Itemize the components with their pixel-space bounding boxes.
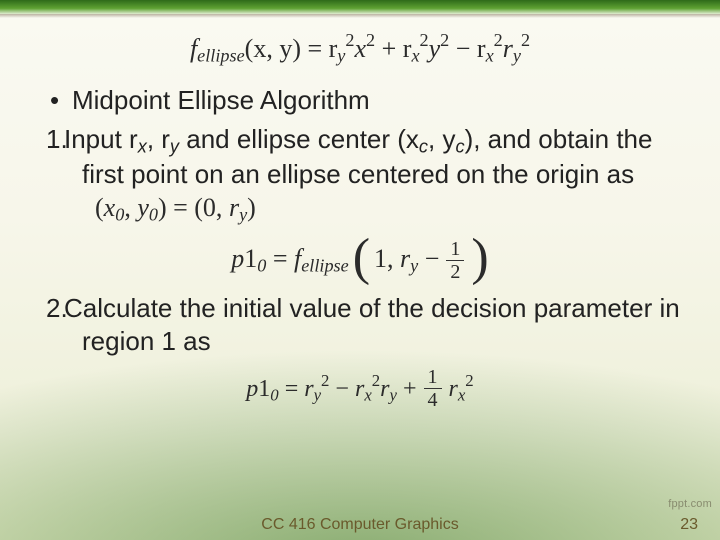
- heading-text: Midpoint Ellipse Algorithm: [72, 85, 370, 115]
- equation-first-point: (x0, y0) = (0, ry): [82, 193, 256, 222]
- equation-p1-def: p10 = fellipse ( 1, ry − 1 2 ): [231, 238, 489, 282]
- step-2-text: Calculate the initial value of the decis…: [64, 293, 680, 356]
- fraction-quarter: 1 4: [424, 367, 442, 410]
- left-paren-icon: (: [353, 236, 370, 280]
- equation-p1-value: p10 = ry2 − rx2ry + 1 4 rx2: [246, 367, 473, 410]
- watermark: fppt.com: [668, 498, 712, 510]
- slide-body: fellipse(x, y) = ry2x2 + rx2y2 − rx2ry2 …: [0, 24, 720, 506]
- slide-footer: CC 416 Computer Graphics: [0, 510, 720, 540]
- equation-ellipse-def: fellipse(x, y) = ry2x2 + rx2y2 − rx2ry2: [36, 30, 684, 66]
- heading-bullet: •Midpoint Ellipse Algorithm: [36, 84, 684, 117]
- equation-p1-def-row: p10 = fellipse ( 1, ry − 1 2 ): [36, 238, 684, 282]
- footer-title: CC 416 Computer Graphics: [261, 516, 458, 534]
- step-2: 2.Calculate the initial value of the dec…: [36, 292, 684, 357]
- slide-top-shadow: [0, 14, 720, 18]
- equation-p1-value-row: p10 = ry2 − rx2ry + 1 4 rx2: [36, 367, 684, 410]
- right-paren-icon: ): [471, 236, 488, 280]
- fraction-half: 1 2: [446, 239, 464, 282]
- bullet-icon: •: [50, 84, 72, 117]
- slide-top-accent: [0, 0, 720, 14]
- step-1: 1.Input rx, ry and ellipse center (xc, y…: [36, 123, 684, 226]
- step-2-number: 2.: [46, 292, 64, 325]
- step-1-number: 1.: [46, 123, 64, 156]
- page-number: 23: [680, 516, 698, 534]
